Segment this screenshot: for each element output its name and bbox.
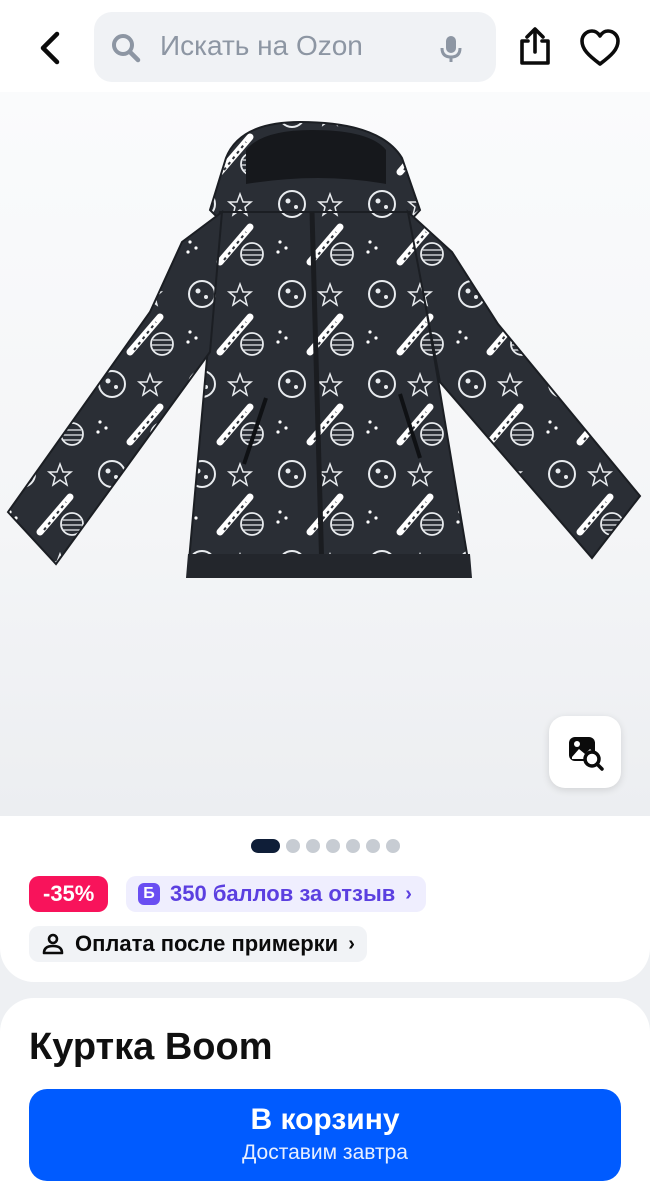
gallery-pagination[interactable] (251, 839, 400, 853)
search-input[interactable] (160, 26, 430, 66)
delivery-date-label: Доставим завтра (242, 1141, 408, 1164)
search-bar[interactable] (94, 12, 496, 82)
info-card: -35% Б 350 баллов за отзыв › Оплата посл… (0, 816, 650, 982)
share-icon[interactable] (514, 26, 556, 68)
product-gallery[interactable] (0, 92, 650, 816)
pagination-dot[interactable] (286, 839, 300, 853)
pagination-dot-active[interactable] (251, 839, 280, 853)
bonus-points-icon: Б (138, 883, 160, 905)
pagination-dot[interactable] (386, 839, 400, 853)
title-card: Куртка Boom В корзину Доставим завтра (0, 998, 650, 1200)
back-button[interactable] (28, 24, 72, 72)
pagination-dot[interactable] (326, 839, 340, 853)
chevron-right-icon: › (348, 933, 355, 955)
pagination-dot[interactable] (366, 839, 380, 853)
top-bar (0, 0, 650, 92)
review-bonus-label: 350 баллов за отзыв (170, 881, 396, 906)
add-to-cart-label: В корзину (250, 1103, 400, 1136)
review-bonus-badge[interactable]: Б 350 баллов за отзыв › (126, 876, 426, 912)
chevron-right-icon: › (405, 883, 412, 905)
payment-after-fitting-badge[interactable]: Оплата после примерки › (29, 926, 367, 962)
pagination-dot[interactable] (306, 839, 320, 853)
payment-after-fitting-label: Оплата после примерки (75, 931, 339, 956)
add-to-cart-button[interactable]: В корзину Доставим завтра (29, 1089, 621, 1181)
discount-badge: -35% (29, 876, 109, 912)
pagination-dot[interactable] (346, 839, 360, 853)
hanger-icon (42, 933, 64, 955)
microphone-icon[interactable] (436, 34, 466, 64)
heart-icon[interactable] (578, 26, 622, 70)
image-search-icon (569, 737, 604, 771)
chevron-left-icon (40, 31, 60, 65)
product-title: Куртка Boom (29, 1026, 273, 1068)
product-photo-jacket[interactable] (0, 92, 650, 816)
find-similar-button[interactable] (549, 716, 621, 788)
search-icon (112, 34, 141, 63)
